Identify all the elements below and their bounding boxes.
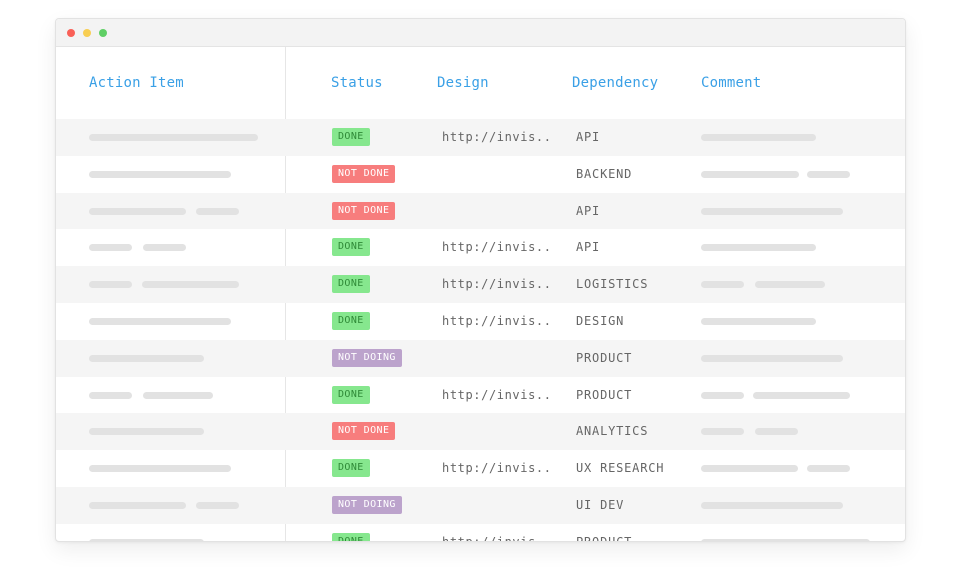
dependency-label: API (576, 203, 601, 218)
dependency-label: UX RESEARCH (576, 461, 665, 476)
dependency-label: BACKEND (576, 166, 633, 181)
action-item-placeholder (143, 244, 186, 252)
action-item-placeholder (89, 465, 231, 473)
action-item-placeholder (89, 244, 132, 252)
design-link[interactable]: http://invis.. (442, 314, 552, 328)
comment-placeholder (701, 391, 744, 399)
table-row[interactable]: DONE http://invis.. PRODUCT (56, 377, 905, 414)
action-item-placeholder (142, 281, 239, 289)
status-badge[interactable]: DONE (332, 311, 370, 330)
comment-placeholder (701, 317, 816, 325)
action-item-placeholder (89, 354, 204, 362)
status-badge[interactable]: DONE (332, 128, 370, 146)
header-action-item[interactable]: Action Item (89, 75, 184, 91)
status-badge[interactable]: DONE (332, 459, 370, 478)
design-link[interactable]: http://invis.. (442, 240, 552, 254)
table-body: DONE http://invis.. API NOT DONE BACKEND NOT … (56, 119, 905, 542)
dependency-label: UI DEV (576, 497, 625, 512)
dependency-label: PRODUCT (576, 350, 633, 365)
action-item-placeholder (89, 134, 258, 141)
comment-placeholder (701, 501, 843, 509)
dependency-label: PRODUCT (576, 534, 633, 542)
close-window-button[interactable] (67, 29, 75, 37)
design-link[interactable]: http://invis.. (442, 130, 552, 144)
action-item-placeholder (89, 170, 231, 178)
action-item-placeholder (89, 501, 186, 509)
table-row[interactable]: DONE http://invis.. UX RESEARCH (56, 450, 905, 487)
comment-placeholder (807, 170, 850, 178)
app-window: Action Item Status Design Dependency Com… (55, 18, 906, 542)
header-status[interactable]: Status (331, 75, 383, 91)
dependency-label: LOGISTICS (576, 277, 649, 292)
table-row[interactable]: DONE http://invis.. PRODUCT (56, 524, 905, 542)
comment-placeholder (755, 281, 825, 289)
status-badge[interactable]: NOT DOING (332, 495, 402, 514)
table-container: Action Item Status Design Dependency Com… (56, 47, 905, 542)
comment-placeholder (755, 428, 798, 436)
action-item-placeholder (89, 207, 186, 215)
action-item-placeholder (89, 391, 132, 399)
status-badge[interactable]: NOT DONE (332, 422, 396, 441)
status-badge[interactable]: NOT DOING (332, 348, 402, 367)
table-row[interactable]: DONE http://invis.. LOGISTICS (56, 266, 905, 303)
table-row[interactable]: NOT DOING UI DEV (56, 486, 905, 524)
dependency-label: PRODUCT (576, 387, 633, 402)
dependency-label: ANALYTICS (576, 424, 649, 439)
comment-placeholder (701, 538, 870, 541)
table-row[interactable]: DONE http://invis.. API (56, 229, 905, 266)
maximize-window-button[interactable] (99, 29, 107, 37)
status-badge[interactable]: DONE (332, 238, 370, 257)
table-row[interactable]: DONE http://invis.. API (56, 119, 905, 156)
comment-placeholder (701, 354, 843, 362)
action-item-placeholder (89, 538, 204, 541)
window-titlebar (56, 19, 905, 47)
header-design[interactable]: Design (437, 75, 489, 91)
action-item-placeholder (196, 501, 239, 509)
design-link[interactable]: http://invis.. (442, 535, 552, 541)
table-row[interactable]: NOT DOING PRODUCT (56, 339, 905, 377)
comment-placeholder (701, 207, 843, 215)
status-badge[interactable]: NOT DONE (332, 164, 396, 183)
status-badge[interactable]: DONE (332, 385, 370, 404)
action-item-placeholder (89, 281, 132, 289)
action-item-placeholder (89, 428, 204, 436)
action-item-placeholder (143, 391, 213, 399)
comment-placeholder (807, 465, 850, 473)
comment-placeholder (753, 391, 850, 399)
header-dependency[interactable]: Dependency (572, 75, 658, 91)
table-row[interactable]: DONE http://invis.. DESIGN (56, 303, 905, 340)
dependency-label: API (576, 240, 601, 255)
header-comment[interactable]: Comment (701, 75, 761, 91)
table-row[interactable]: NOT DONE BACKEND (56, 156, 905, 193)
status-badge[interactable]: DONE (332, 532, 370, 541)
status-badge[interactable]: NOT DONE (332, 201, 396, 220)
comment-placeholder (701, 281, 744, 289)
design-link[interactable]: http://invis.. (442, 388, 552, 402)
status-badge[interactable]: DONE (332, 275, 370, 294)
comment-placeholder (701, 428, 744, 436)
table-row[interactable]: NOT DONE ANALYTICS (56, 413, 905, 451)
minimize-window-button[interactable] (83, 29, 91, 37)
comment-placeholder (701, 465, 798, 473)
action-item-placeholder (89, 317, 231, 325)
table-row[interactable]: NOT DONE API (56, 192, 905, 230)
action-item-placeholder (196, 207, 239, 215)
design-link[interactable]: http://invis.. (442, 461, 552, 475)
table-header: Action Item Status Design Dependency Com… (56, 47, 905, 119)
comment-placeholder (701, 170, 799, 178)
dependency-label: DESIGN (576, 313, 625, 328)
comment-placeholder (701, 244, 816, 252)
comment-placeholder (701, 134, 816, 141)
design-link[interactable]: http://invis.. (442, 277, 552, 291)
dependency-label: API (576, 130, 601, 144)
